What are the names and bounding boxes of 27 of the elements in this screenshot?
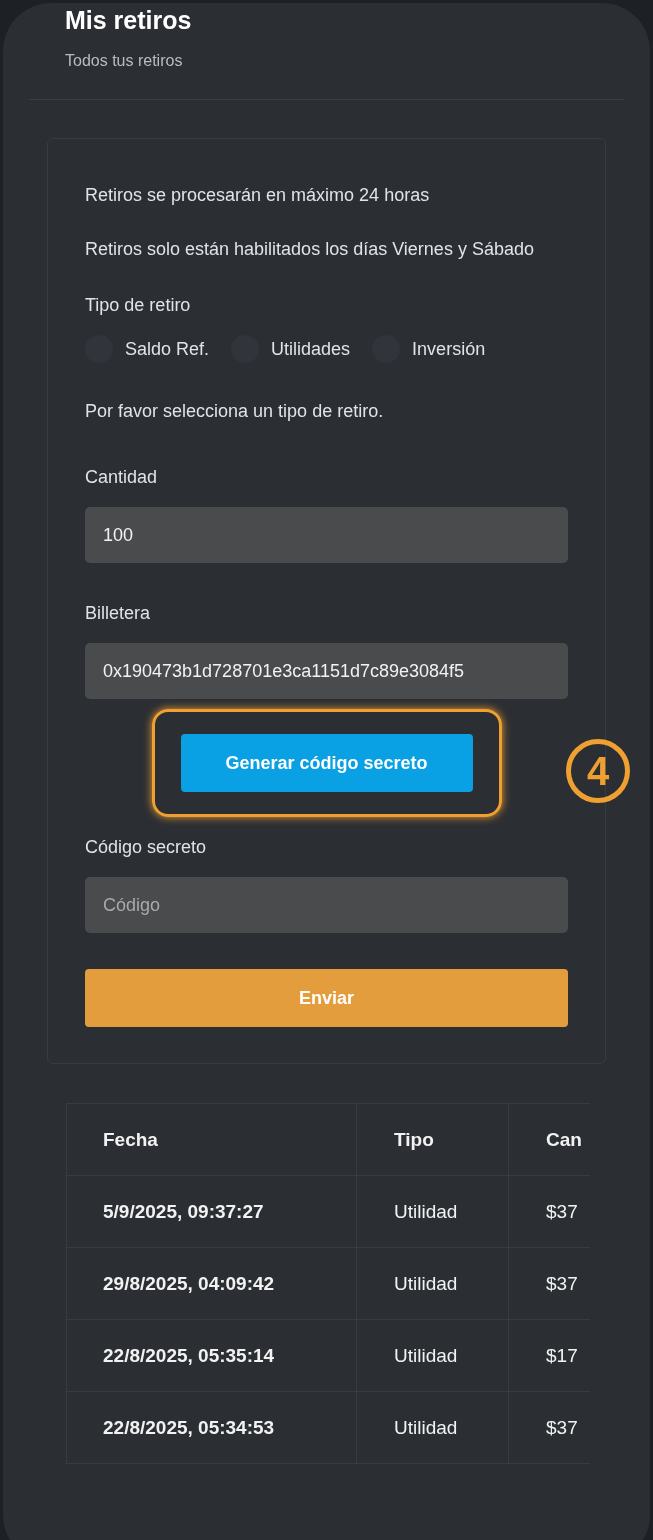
field-label: Cantidad bbox=[85, 466, 159, 489]
table-cell: 29/8/2025, 04:09:42 bbox=[66, 1247, 357, 1320]
table-cell: 22/8/2025, 05:35:14 bbox=[66, 1319, 357, 1392]
hint-text: Por favor selecciona un tipo de retiro. bbox=[85, 400, 385, 423]
field-label: Tipo de retiro bbox=[85, 294, 192, 317]
page-subtitle: Todos tus retiros bbox=[65, 52, 184, 70]
radio-option[interactable]: Utilidades bbox=[231, 335, 351, 363]
table-cell: 22/8/2025, 05:34:53 bbox=[66, 1391, 357, 1464]
table-cell: Utilidad bbox=[356, 1391, 509, 1464]
column-header: Can bbox=[508, 1103, 590, 1176]
secret-code-input[interactable]: Código bbox=[85, 877, 568, 933]
wallet-input[interactable]: 0x190473b1d728701e3ca1151d7c89e3084f5 bbox=[85, 643, 568, 699]
table-cell: Utilidad bbox=[356, 1319, 509, 1392]
table-cell: Utilidad bbox=[356, 1175, 509, 1248]
page-title: Mis retiros bbox=[65, 6, 193, 34]
column-header: Fecha bbox=[66, 1103, 357, 1176]
step-number: 4 bbox=[566, 739, 630, 803]
notice-text: Retiros se procesarán en máximo 24 horas bbox=[85, 184, 431, 207]
radio-option[interactable]: Saldo Ref. bbox=[85, 335, 210, 363]
table-cell: Utilidad bbox=[356, 1247, 509, 1320]
field-label: Código secreto bbox=[85, 836, 208, 859]
field-label: Billetera bbox=[85, 602, 152, 625]
radio-option[interactable]: Inversión bbox=[372, 335, 486, 363]
amount-input[interactable]: 100 bbox=[85, 507, 568, 563]
table-cell: 5/9/2025, 09:37:27 bbox=[66, 1175, 357, 1248]
notice-text: Retiros solo están habilitados los días Viernes y Sábado bbox=[85, 238, 535, 261]
column-header: Tipo bbox=[356, 1103, 509, 1176]
